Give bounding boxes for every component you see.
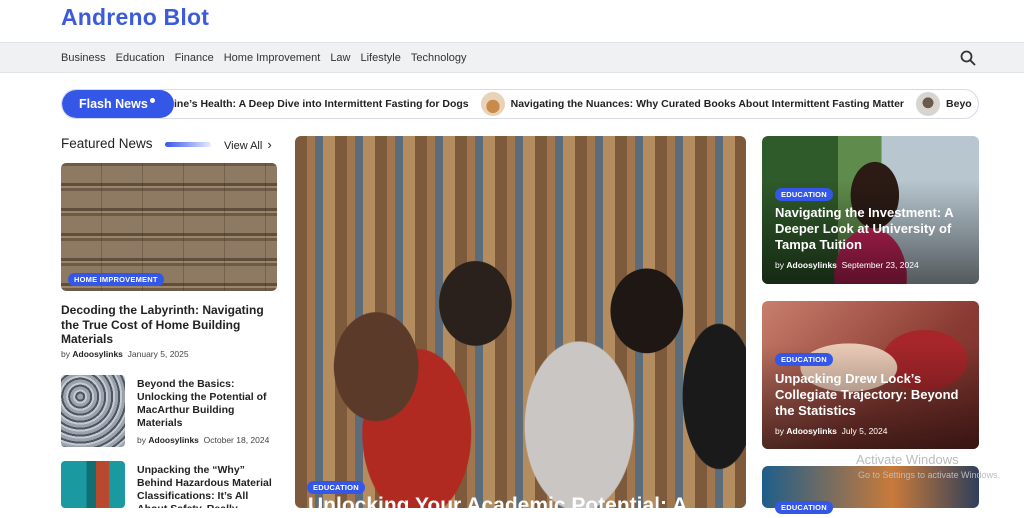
category-badge[interactable]: EDUCATION (775, 188, 833, 201)
ticker-item[interactable]: Beyo (946, 98, 972, 110)
chevron-right-icon: › (267, 137, 272, 152)
category-badge[interactable]: EDUCATION (775, 353, 833, 366)
by-label: by (775, 426, 784, 436)
nav-item-technology[interactable]: Technology (411, 52, 467, 64)
author-link[interactable]: Adoosylinks (786, 426, 837, 436)
nav-item-law[interactable]: Law (330, 52, 350, 64)
ticker-thumbnail (480, 92, 505, 116)
nav-item-home-improvement[interactable]: Home Improvement (224, 52, 321, 64)
nav-item-finance[interactable]: Finance (175, 52, 214, 64)
author-link[interactable]: Adoosylinks (148, 435, 199, 445)
category-badge[interactable]: HOME IMPROVEMENT (68, 273, 164, 286)
side-card-title[interactable]: Navigating the Investment: A Deeper Look… (775, 205, 970, 253)
post-date: January 5, 2025 (127, 349, 189, 359)
ticker-item[interactable]: ine’s Health: A Deep Dive into Intermitt… (174, 98, 469, 110)
view-all-link[interactable]: View All › (224, 137, 272, 152)
ticker-thumbnail (916, 92, 941, 116)
by-label: by (775, 260, 784, 270)
post-date: September 23, 2024 (841, 260, 919, 270)
flash-news-text: Flash News (79, 97, 148, 111)
featured-main-title[interactable]: Decoding the Labyrinth: Navigating the T… (61, 303, 275, 347)
ticker-track: ine’s Health: A Deep Dive into Intermitt… (174, 90, 972, 118)
by-label: by (137, 435, 146, 445)
hero-title[interactable]: Unlocking Your Academic Potential: A (308, 494, 687, 518)
article-meta: by Adoosylinks October 18, 2024 (137, 435, 269, 445)
view-all-label: View All (224, 140, 263, 152)
windows-activation-watermark: Activate Windows (856, 452, 959, 467)
category-badge[interactable]: EDUCATION (307, 481, 365, 494)
article-title[interactable]: Beyond the Basics: Unlocking the Potenti… (137, 378, 277, 430)
flash-news-label: Flash News (62, 90, 174, 118)
nav-item-business[interactable]: Business (61, 52, 106, 64)
by-label: by (61, 349, 70, 359)
post-date: July 5, 2024 (841, 426, 888, 436)
nav-menu: Business Education Finance Home Improvem… (61, 52, 467, 64)
nav-item-education[interactable]: Education (116, 52, 165, 64)
post-date: October 18, 2024 (203, 435, 270, 445)
featured-main-image[interactable] (61, 163, 277, 291)
article-title[interactable]: Unpacking the “Why” Behind Hazardous Mat… (137, 464, 279, 508)
main-navigation: Business Education Finance Home Improvem… (0, 42, 1024, 73)
live-dot-icon (150, 98, 155, 103)
side-card-meta: by Adoosylinks September 23, 2024 (775, 260, 919, 270)
site-logo[interactable]: Andreno Blot (61, 4, 209, 31)
side-card-meta: by Adoosylinks July 5, 2024 (775, 426, 887, 436)
ticker-item[interactable]: Navigating the Nuances: Why Curated Book… (511, 98, 904, 110)
author-link[interactable]: Adoosylinks (72, 349, 123, 359)
article-thumbnail[interactable] (61, 375, 125, 447)
featured-main-meta: by Adoosylinks January 5, 2025 (61, 349, 189, 359)
search-icon[interactable] (960, 50, 976, 66)
featured-news-heading: Featured News (61, 136, 153, 151)
hero-image[interactable] (295, 136, 746, 508)
windows-activation-subtext: Go to Settings to activate Windows. (858, 470, 1001, 480)
side-card-title[interactable]: Unpacking Drew Lock’s Collegiate Traject… (775, 371, 970, 419)
heading-accent-bar (165, 142, 211, 147)
article-thumbnail[interactable] (61, 461, 125, 508)
flash-news-ticker: ine’s Health: A Deep Dive into Intermitt… (61, 89, 979, 119)
author-link[interactable]: Adoosylinks (786, 260, 837, 270)
nav-item-lifestyle[interactable]: Lifestyle (361, 52, 401, 64)
